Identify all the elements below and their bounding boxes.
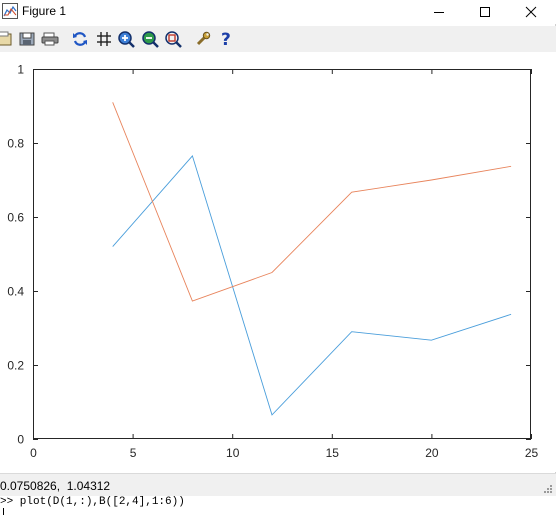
maximize-button[interactable] [462,0,508,24]
zoom-box-button[interactable] [163,29,183,49]
settings-button[interactable] [193,29,213,49]
zoom-out-button[interactable] [140,29,160,49]
x-tick-label: 5 [130,446,137,460]
print-button[interactable] [40,29,60,49]
resize-grip-icon[interactable] [543,484,553,494]
status-bar: 0.0750826, 1.04312 [0,473,556,496]
command-console[interactable]: >> plot(D(1,:),B([2,4],1:6)) [0,496,556,514]
zoom-in-icon [117,30,135,48]
help-icon: ? [218,30,234,48]
grid-toggle-button[interactable] [94,29,114,49]
maximize-icon [479,6,491,18]
console-command: >> plot(D(1,:),B([2,4],1:6)) [0,496,185,508]
y-tick-label: 0.2 [7,359,24,373]
save-button[interactable] [17,29,37,49]
folder-icon [0,31,12,47]
reset-view-button[interactable] [70,29,90,49]
figure-app-icon [2,3,18,19]
help-button[interactable]: ? [216,29,236,49]
open-file-button[interactable] [0,29,14,49]
y-tick-label: 0.6 [7,211,24,225]
x-tick-label: 25 [525,446,539,460]
y-tick-label: 1 [17,63,24,77]
x-tick-label: 20 [425,446,439,460]
title-bar[interactable]: Figure 1 [0,0,556,24]
window-title: Figure 1 [22,4,66,18]
axes-background [33,69,531,439]
grid-icon [96,31,112,47]
figure-toolbar: ? [0,26,556,52]
figure-window: Figure 1 [0,0,556,496]
plot-canvas[interactable]: 0 5 10 15 20 25 0 0.2 0.4 0.6 0.8 1 [0,52,556,472]
zoom-in-button[interactable] [116,29,136,49]
minimize-icon [433,6,445,18]
x-tick-label: 15 [326,446,340,460]
x-tick-label: 0 [30,446,37,460]
y-tick-label: 0 [17,433,24,447]
zoom-out-icon [141,30,159,48]
minimize-button[interactable] [416,0,462,24]
y-tick-label: 0.4 [7,285,24,299]
printer-icon [41,31,59,47]
refresh-icon [72,31,88,47]
close-icon [525,6,537,18]
y-tick-label: 0.8 [7,137,24,151]
zoom-box-icon [164,30,182,48]
wrench-icon [195,31,211,47]
cursor-coordinates: 0.0750826, 1.04312 [0,479,110,493]
line-plot: 0 5 10 15 20 25 0 0.2 0.4 0.6 0.8 1 [0,52,556,472]
close-button[interactable] [508,0,554,24]
x-tick-label: 10 [226,446,240,460]
svg-text:?: ? [221,30,231,48]
save-icon [19,31,35,47]
